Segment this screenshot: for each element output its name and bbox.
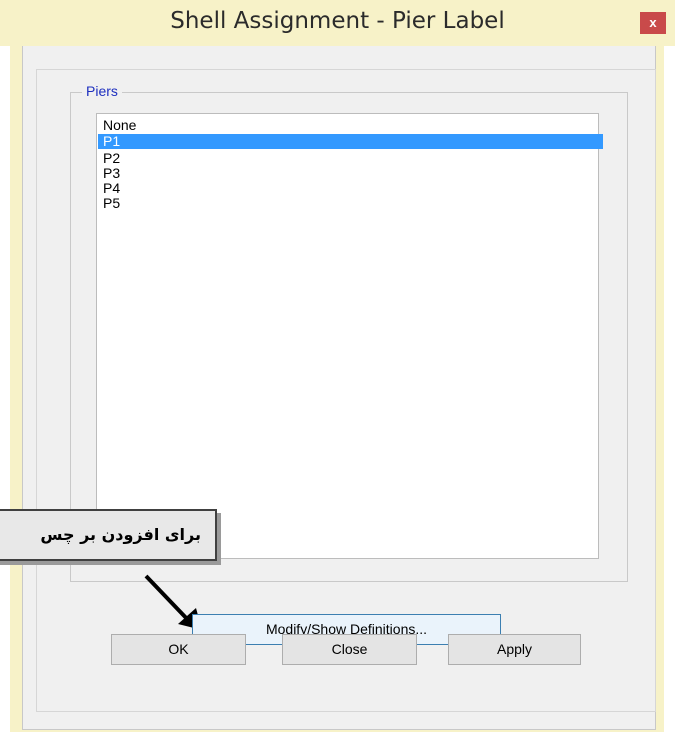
ok-button[interactable]: OK [111,634,246,665]
piers-group-label: Piers [82,83,122,99]
close-icon[interactable]: x [640,12,666,34]
list-item-p3[interactable]: P3 [103,166,599,181]
apply-button[interactable]: Apply [448,634,581,665]
list-item-p5[interactable]: P5 [103,196,599,211]
callout-text: برای افزودن بر چس [40,525,201,544]
annotation-callout: برای افزودن بر چس [0,509,217,561]
dialog-title: Shell Assignment - Pier Label [170,8,505,34]
list-item-p2[interactable]: P2 [103,151,599,166]
list-item-p1[interactable]: P1 [98,134,603,149]
list-item-p4[interactable]: P4 [103,181,599,196]
dialog-window: Shell Assignment - Pier Label x Piers No… [0,0,675,736]
piers-listbox[interactable]: None P1 P2 P3 P4 P5 [96,113,603,559]
title-bar[interactable]: Shell Assignment - Pier Label x [0,0,675,46]
close-button[interactable]: Close [282,634,417,665]
list-item-none[interactable]: None [103,118,599,133]
